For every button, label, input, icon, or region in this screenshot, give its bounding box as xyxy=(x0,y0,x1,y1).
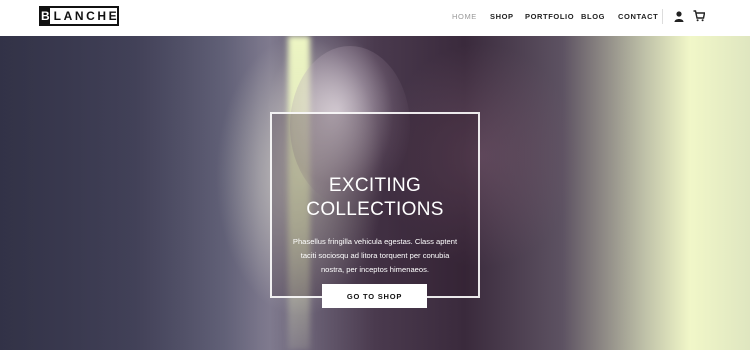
go-to-shop-button[interactable]: GO TO SHOP xyxy=(322,284,427,308)
nav-divider xyxy=(662,9,663,24)
hero-text-line2: taciti sociosqu ad litora torquent per c… xyxy=(300,251,450,260)
hero-description: Phasellus fringilla vehicula egestas. Cl… xyxy=(290,235,460,277)
user-icon[interactable] xyxy=(674,11,684,22)
site-header: B LANCHE HOME SHOP PORTFOLIO BLOG CONTAC… xyxy=(0,0,750,36)
nav-item-contact[interactable]: CONTACT xyxy=(618,12,658,21)
nav-item-shop[interactable]: SHOP xyxy=(490,12,514,21)
logo-initial: B xyxy=(41,8,50,24)
logo-text: LANCHE xyxy=(53,9,120,23)
hero-title: EXCITING COLLECTIONS xyxy=(270,174,480,222)
nav-item-blog[interactable]: BLOG xyxy=(581,12,605,21)
hero-text-line1: Phasellus fringilla vehicula egestas. Cl… xyxy=(292,237,458,246)
hero-text-line3: nostra, per inceptos himenaeos. xyxy=(320,265,430,274)
nav-item-home[interactable]: HOME xyxy=(452,12,477,21)
logo[interactable]: B LANCHE xyxy=(39,6,119,26)
hero-vignette xyxy=(0,36,260,350)
hero-title-line1: EXCITING xyxy=(328,175,422,196)
cart-icon[interactable] xyxy=(693,10,705,22)
nav-item-portfolio[interactable]: PORTFOLIO xyxy=(525,12,574,21)
hero-title-line2: COLLECTIONS xyxy=(306,199,444,220)
